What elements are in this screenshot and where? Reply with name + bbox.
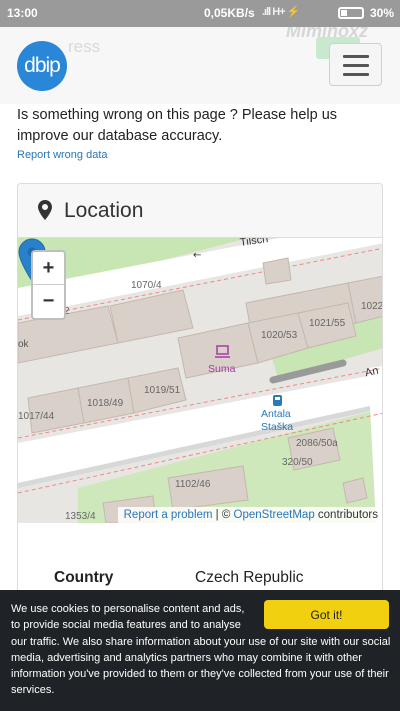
status-battery-percent: 30%: [370, 6, 395, 20]
ghost-header-text: ress: [68, 37, 101, 56]
poi-label-shop: Suma: [208, 363, 236, 375]
house-number: 1070/4: [131, 280, 162, 291]
location-title: Location: [64, 199, 144, 222]
map-marker-icon: [38, 200, 52, 220]
watermark: Miminoxz: [286, 27, 369, 41]
country-label: Country: [54, 569, 114, 586]
bus-stop-icon: [273, 395, 282, 406]
poi-label-stop: Staška: [261, 421, 294, 433]
oneway-arrow-icon: ←: [193, 250, 201, 261]
house-number: 1022: [361, 301, 383, 312]
map[interactable]: ← Tilsch An ok 1070/4 1022 1020/53 1021/…: [18, 238, 383, 523]
status-time: 13:00: [7, 6, 38, 20]
report-problem-link[interactable]: Report a problem: [124, 509, 213, 521]
dbip-logo[interactable]: dbip: [17, 41, 67, 91]
house-number: 320/50: [282, 457, 313, 468]
map-attribution: Report a problem | © OpenStreetMap contr…: [117, 507, 382, 523]
help-text: Is something wrong on this page ? Please…: [17, 107, 338, 144]
openstreetmap-link[interactable]: OpenStreetMap: [234, 509, 315, 521]
building: [262, 257, 292, 285]
status-network-speed: 0,05KB/s: [204, 6, 255, 20]
house-number: 1021/55: [309, 318, 346, 329]
menu-button[interactable]: [329, 43, 382, 86]
poi-label-stop: Antala: [261, 408, 291, 420]
house-number: 1353/4: [65, 511, 96, 522]
zoom-in-button[interactable]: +: [33, 252, 64, 285]
house-number: 2086/50a: [296, 438, 338, 449]
bus-stop-icon-window: [275, 397, 280, 400]
status-bar: 13:00 0,05KB/s .ıll H+ ⚡ 30%: [0, 0, 400, 27]
status-signal: .ıll H+ ⚡: [262, 6, 300, 18]
country-value: Czech Republic: [195, 569, 304, 586]
report-wrong-data-link[interactable]: Report wrong data: [17, 149, 108, 161]
location-card-header: Location: [18, 184, 382, 238]
house-number: 1019/51: [144, 385, 181, 396]
street-label: ok: [18, 339, 29, 350]
house-number: 1018/49: [87, 398, 124, 409]
site-header: ress Miminoxz dbip: [0, 27, 400, 104]
location-card: Location ← Tilsch An ok 1070/4 1022 1020…: [17, 183, 383, 603]
attribution-suffix: contributors: [314, 509, 378, 521]
cookie-text-rest: our traffic. We also share information a…: [11, 635, 391, 697]
house-number: 1102/46: [175, 479, 211, 490]
hamburger-icon-bar: [343, 73, 369, 76]
hamburger-icon: [343, 55, 369, 58]
attribution-separator: | ©: [212, 509, 234, 521]
cookie-text-first: We use cookies to personalise content an…: [11, 603, 245, 632]
zoom-out-button[interactable]: −: [33, 285, 64, 318]
battery-icon: [338, 7, 364, 19]
logo-text: dbip: [24, 54, 61, 77]
hamburger-icon-bar: [343, 64, 369, 67]
got-it-button[interactable]: Got it!: [264, 600, 389, 629]
house-number: 1020/53: [261, 330, 298, 341]
building: [342, 477, 368, 504]
cookie-banner: We use cookies to personalise content an…: [0, 590, 400, 711]
zoom-control: + −: [31, 250, 66, 320]
house-number: 1017/44: [18, 411, 55, 422]
